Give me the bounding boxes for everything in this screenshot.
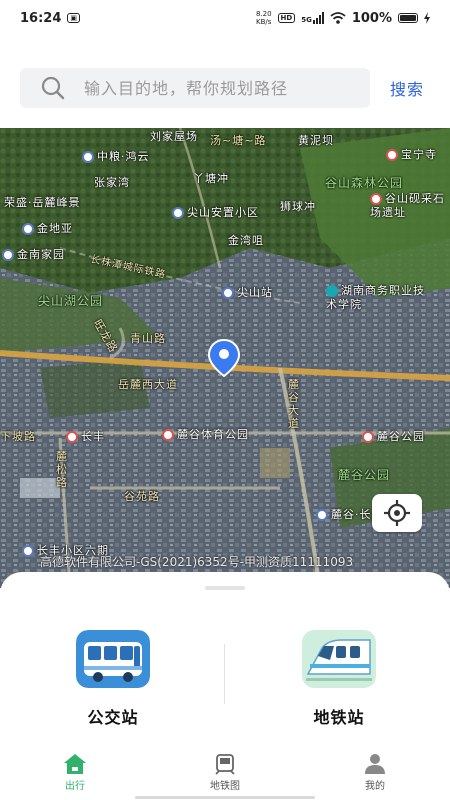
map-label: 长丰 — [66, 428, 105, 444]
bus-station-label: 公交站 — [87, 708, 139, 727]
status-left: 16:24 ▣ — [20, 10, 81, 26]
bus-icon — [76, 630, 150, 688]
map-label: 麓谷体育公园 — [162, 426, 249, 442]
map-label: 金南家园 — [2, 246, 65, 262]
home-indicator — [135, 796, 315, 799]
nav-mine-label: 我的 — [365, 780, 385, 792]
map-label: 麓谷大道 — [288, 378, 300, 430]
map-label: 麓谷公园 — [338, 468, 391, 482]
map-label: 尖山安置小区 — [172, 204, 259, 220]
map-label: 中粮·鸿云 — [82, 148, 150, 164]
status-bar: 16:24 ▣ 8.20 KB/s HD 5G 100% — [0, 0, 450, 36]
map-label: 金地亚 — [22, 220, 73, 236]
map-label: 荣盛·岳麓峰景 — [4, 196, 81, 209]
map-label: 刘家屋场 — [150, 130, 198, 143]
map-label: 岳麓西大道 — [118, 378, 178, 391]
map-label: 下坡路 — [0, 430, 36, 443]
nav-mine[interactable]: 我的 — [325, 753, 425, 792]
status-right: 8.20 KB/s HD 5G 100% — [256, 10, 430, 26]
map-label: 麓松路 — [56, 450, 68, 489]
map-label: 湖南商务职业技术学院 — [326, 284, 425, 311]
speed-unit: KB/s — [256, 18, 272, 26]
map-label: 谷山森林公园 — [325, 176, 404, 190]
map-label: 谷苑路 — [124, 490, 160, 503]
battery-text: 100% — [351, 10, 392, 26]
search-row: 搜索 — [20, 67, 430, 109]
nav-metro-map[interactable]: 地铁图 — [175, 753, 275, 792]
search-icon — [41, 76, 65, 100]
crosshair-icon — [384, 500, 410, 526]
map-label: 麓谷公园 — [362, 428, 425, 444]
nav-travel-label: 出行 — [65, 780, 85, 792]
map-label: 丫塘冲 — [193, 172, 229, 185]
location-pin-icon — [207, 338, 241, 378]
metro-train-icon — [302, 630, 376, 688]
notification-icon: ▣ — [67, 13, 81, 23]
nav-metro-map-label: 地铁图 — [210, 780, 240, 792]
locate-button[interactable] — [372, 494, 422, 532]
map-label: 尖山湖公园 — [38, 294, 104, 308]
network-speed: 8.20 KB/s — [256, 10, 272, 26]
metro-map-icon — [215, 753, 235, 775]
speed-value: 8.20 — [255, 10, 272, 18]
status-time: 16:24 — [20, 10, 62, 26]
hd-badge: HD — [277, 13, 296, 23]
search-button[interactable]: 搜索 — [390, 76, 424, 100]
map-label: 张家湾 — [94, 176, 130, 189]
map-label: 尖山站 — [222, 284, 273, 300]
nav-travel[interactable]: 出行 — [25, 753, 125, 792]
map-copyright: 高德软件有限公司-GS(2021)6352号-甲测资质11111093 — [40, 555, 354, 569]
map-label: 青山路 — [130, 332, 166, 345]
signal-icon: 5G — [301, 12, 324, 24]
user-icon — [365, 753, 385, 774]
network-type: 5G — [301, 16, 312, 24]
metro-station-card[interactable]: 地铁站 — [299, 630, 379, 728]
map-label: 宝宁寺 — [386, 146, 437, 162]
bottom-nav: 出行 地铁图 我的 — [0, 748, 450, 796]
drag-handle[interactable] — [205, 586, 245, 590]
home-icon — [64, 753, 86, 774]
battery-icon — [398, 13, 418, 23]
metro-station-label: 地铁站 — [313, 708, 365, 727]
map-label: 金湾咀 — [228, 234, 264, 247]
search-input[interactable] — [82, 77, 336, 99]
charging-icon — [424, 12, 430, 24]
bus-station-card[interactable]: 公交站 — [73, 630, 153, 728]
search-box[interactable] — [20, 68, 370, 108]
wifi-icon — [330, 12, 346, 24]
map-view[interactable]: 刘家屋场 汤~塘~路 黄泥坝 中粮·鸿云 宝宁寺 张家湾 丫塘冲 谷山森林公园 … — [0, 128, 450, 588]
map-label: 狮球冲 — [280, 200, 316, 213]
map-label: 谷山砚采石场遗址 — [370, 192, 445, 219]
divider — [224, 644, 225, 704]
map-label: 黄泥坝 — [298, 134, 334, 147]
map-label: 汤~塘~路 — [210, 134, 267, 147]
